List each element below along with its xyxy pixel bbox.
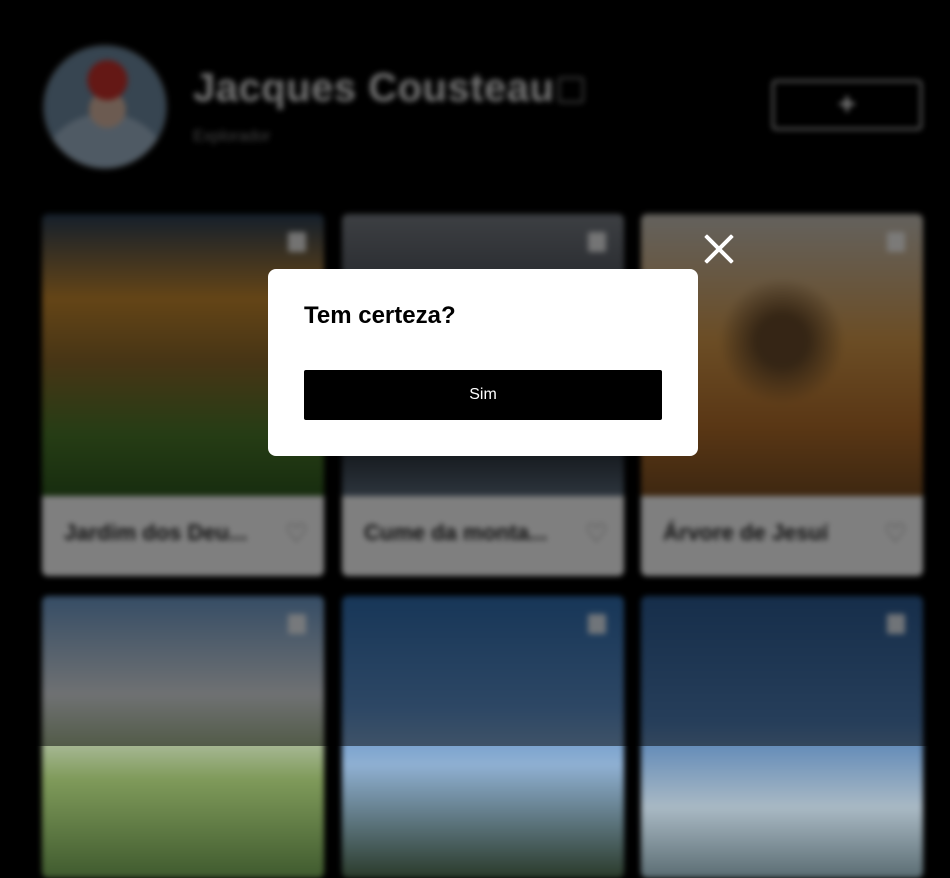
close-icon[interactable]: [698, 229, 738, 269]
confirm-button[interactable]: Sim: [304, 370, 662, 420]
confirm-dialog: Tem certeza? Sim: [268, 269, 698, 456]
dialog-title: Tem certeza?: [304, 302, 456, 329]
